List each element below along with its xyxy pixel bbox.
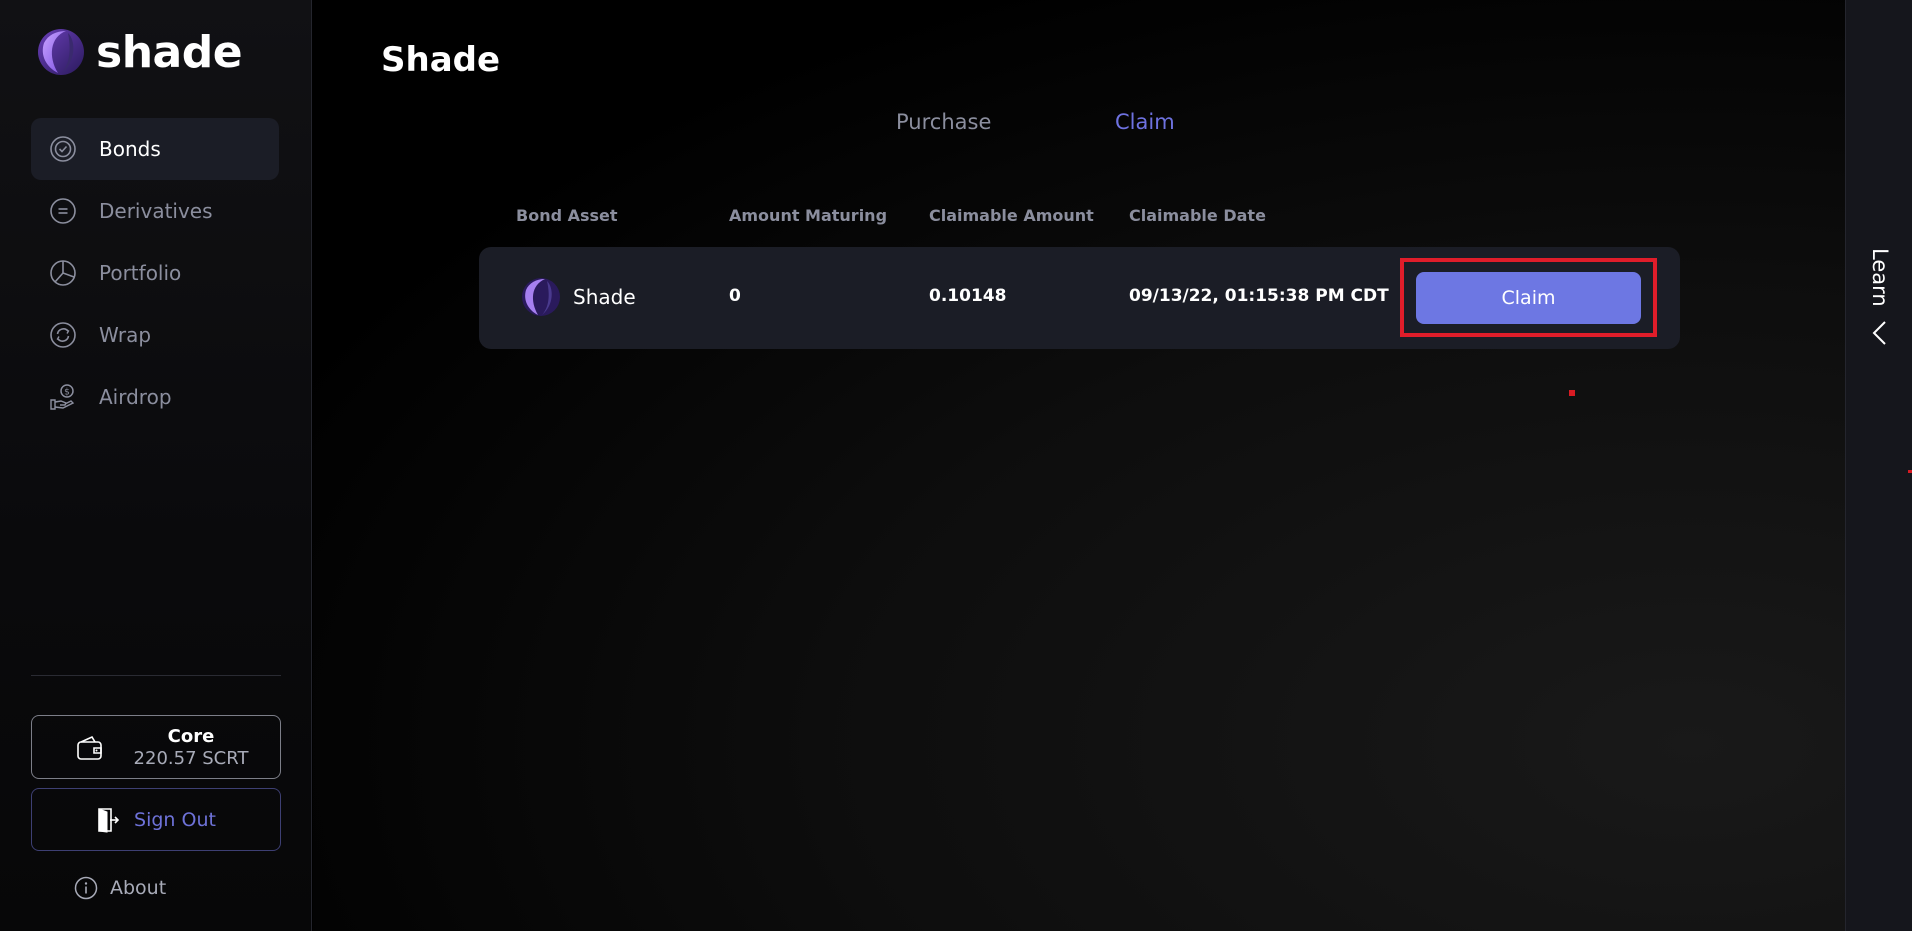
- wrap-icon: [50, 322, 76, 348]
- door-exit-icon: [98, 807, 120, 833]
- sidebar: shade Bonds Derivatives Portfolio Wrap $…: [0, 0, 312, 931]
- learn-label: Learn: [1868, 248, 1892, 307]
- table-row: Shade 0 0.10148 09/13/22, 01:15:38 PM CD…: [479, 247, 1680, 349]
- claim-button[interactable]: Claim: [1416, 272, 1641, 324]
- main-content: Shade Purchase Claim Bond Asset Amount M…: [313, 0, 1845, 931]
- edge-marker: [1908, 470, 1912, 473]
- bond-asset-name: Shade: [573, 285, 636, 309]
- tab-bar: Purchase Claim: [313, 110, 1845, 142]
- about-link[interactable]: About: [74, 872, 166, 904]
- wallet-balance: 220.57 SCRT: [133, 748, 249, 769]
- sidebar-item-airdrop[interactable]: $ Airdrop: [31, 366, 279, 428]
- sidebar-item-label: Derivatives: [99, 199, 213, 223]
- claimable-amount-cell: 0.10148: [929, 286, 1007, 306]
- wallet-name: Core: [167, 726, 215, 747]
- info-icon: [74, 876, 98, 900]
- tab-claim[interactable]: Claim: [1115, 110, 1175, 134]
- wallet-info: Core 220.57 SCRT: [116, 726, 266, 770]
- sign-out-button[interactable]: Sign Out: [31, 788, 281, 851]
- sidebar-item-label: Wrap: [99, 323, 152, 347]
- sign-out-label: Sign Out: [134, 808, 216, 831]
- column-header-bond-asset: Bond Asset: [516, 206, 618, 225]
- brand-name: shade: [96, 26, 243, 78]
- learn-drawer-toggle[interactable]: Learn: [1845, 0, 1912, 931]
- column-header-amount-maturing: Amount Maturing: [729, 206, 888, 225]
- column-header-claimable-amount: Claimable Amount: [929, 206, 1094, 225]
- shade-token-icon: [522, 278, 560, 316]
- chevron-left-icon: [1872, 321, 1886, 345]
- app-root: shade Bonds Derivatives Portfolio Wrap $…: [0, 0, 1912, 931]
- amount-maturing-cell: 0: [729, 286, 741, 306]
- bond-asset-cell: Shade: [521, 277, 636, 317]
- sidebar-nav: Bonds Derivatives Portfolio Wrap $ Airdr…: [31, 118, 279, 428]
- table-header: Bond Asset Amount Maturing Claimable Amo…: [313, 206, 1845, 230]
- shade-logo-icon: [38, 29, 84, 75]
- portfolio-icon: [50, 260, 76, 286]
- svg-text:$: $: [64, 388, 70, 398]
- claimable-date-cell: 09/13/22, 01:15:38 PM CDT: [1129, 286, 1389, 306]
- sidebar-item-label: Bonds: [99, 137, 161, 161]
- sidebar-item-portfolio[interactable]: Portfolio: [31, 242, 279, 304]
- wallet-icon: [77, 735, 102, 760]
- page-title: Shade: [381, 40, 501, 80]
- red-marker: [1569, 390, 1575, 396]
- sidebar-item-bonds[interactable]: Bonds: [31, 118, 279, 180]
- sidebar-divider: [31, 675, 281, 676]
- sidebar-item-label: Portfolio: [99, 261, 182, 285]
- wallet-card[interactable]: Core 220.57 SCRT: [31, 715, 281, 779]
- tab-purchase[interactable]: Purchase: [896, 110, 991, 134]
- brand-logo[interactable]: shade: [36, 26, 243, 78]
- airdrop-icon: $: [50, 384, 75, 410]
- column-header-claimable-date: Claimable Date: [1129, 206, 1266, 225]
- sidebar-item-label: Airdrop: [99, 385, 172, 409]
- about-label: About: [110, 877, 167, 899]
- sidebar-item-derivatives[interactable]: Derivatives: [31, 180, 279, 242]
- sidebar-item-wrap[interactable]: Wrap: [31, 304, 279, 366]
- bonds-icon: [50, 136, 76, 162]
- derivatives-icon: [50, 198, 76, 224]
